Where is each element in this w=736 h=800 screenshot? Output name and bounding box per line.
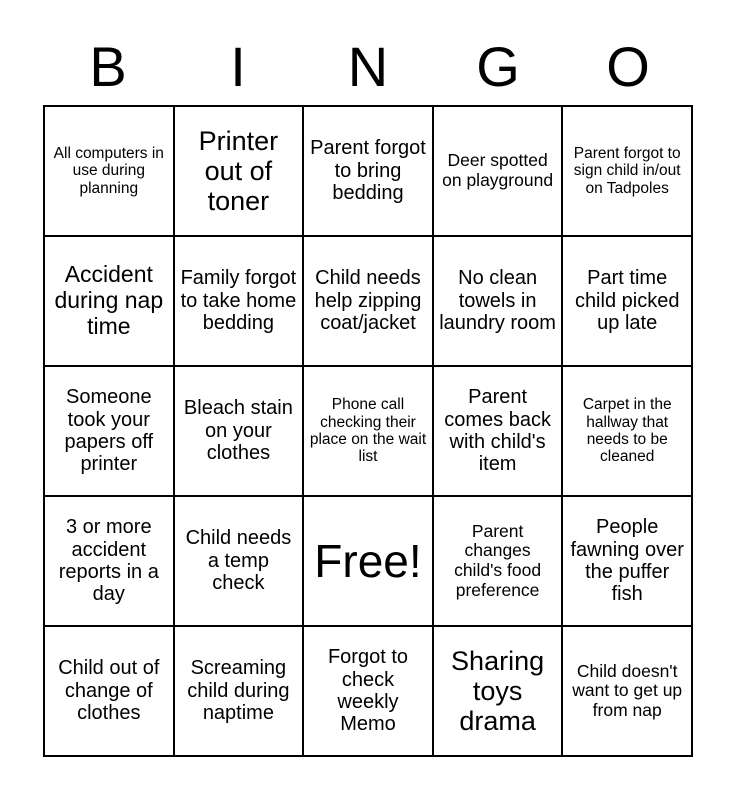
bingo-cell[interactable]: Family forgot to take home bedding <box>174 237 305 367</box>
bingo-cell-text: 3 or more accident reports in a day <box>58 516 159 606</box>
bingo-cell[interactable]: Accident during nap time <box>45 237 175 367</box>
bingo-cell[interactable]: Parent forgot to bring bedding <box>304 107 434 237</box>
bingo-cell[interactable]: Sharing toys drama <box>433 627 564 757</box>
bingo-cell-text: Deer spotted on playground <box>442 150 554 190</box>
bingo-cell-text: Parent changes child's food preference <box>454 520 542 600</box>
bingo-cell[interactable]: Child doesn't want to get up from nap <box>563 627 693 757</box>
bingo-cell-text: People fawning over the puffer fish <box>570 516 684 606</box>
bingo-cell[interactable]: Parent forgot to sign child in/out on Ta… <box>563 107 693 237</box>
bingo-cell[interactable]: Bleach stain on your clothes <box>174 367 305 497</box>
bingo-cell[interactable]: Printer out of toner <box>174 107 305 237</box>
bingo-header-letter-n: N <box>347 34 389 98</box>
bingo-cell-text: Part time child picked up late <box>574 267 680 335</box>
bingo-cell-text: Child out of change of clothes <box>58 657 160 725</box>
bingo-header-letter-i: I <box>230 34 246 98</box>
bingo-cell[interactable]: Part time child picked up late <box>563 237 693 367</box>
bingo-cell-text: Child doesn't want to get up from nap <box>572 660 683 720</box>
bingo-cell[interactable]: Screaming child during naptime <box>174 627 305 757</box>
bingo-cell-text: Child needs a temp check <box>185 527 292 595</box>
bingo-cell[interactable]: No clean towels in laundry room <box>433 237 564 367</box>
bingo-cell[interactable]: Child needs help zipping coat/jacket <box>304 237 434 367</box>
bingo-card: B I N G O All computers in use during pl… <box>0 0 736 800</box>
bingo-cell[interactable]: Child out of change of clothes <box>45 627 175 757</box>
bingo-cell-text: Bleach stain on your clothes <box>183 397 293 465</box>
bingo-cell[interactable]: People fawning over the puffer fish <box>563 497 693 627</box>
bingo-header-row: B I N G O <box>43 28 693 105</box>
bingo-cell[interactable]: Forgot to check weekly Memo <box>304 627 434 757</box>
bingo-cell-text: Family forgot to take home bedding <box>180 267 297 335</box>
bingo-cell-text: Accident during nap time <box>54 261 164 339</box>
bingo-cell-text: All computers in use during planning <box>53 144 164 197</box>
bingo-cell[interactable]: All computers in use during planning <box>45 107 175 237</box>
bingo-cell-free[interactable]: Free! <box>304 497 434 627</box>
bingo-cell-text: Child needs help zipping coat/jacket <box>314 267 422 335</box>
bingo-cell[interactable]: Carpet in the hallway that needs to be c… <box>563 367 693 497</box>
bingo-cell-text: Forgot to check weekly Memo <box>327 646 409 736</box>
bingo-grid: All computers in use during planning Pri… <box>43 105 693 757</box>
bingo-cell-text: Parent comes back with child's item <box>444 386 551 476</box>
bingo-cell-text: Free! <box>314 535 422 587</box>
bingo-cell[interactable]: Parent changes child's food preference <box>433 497 564 627</box>
bingo-cell[interactable]: Phone call checking their place on the w… <box>304 367 434 497</box>
bingo-cell-text: Someone took your papers off printer <box>64 386 154 476</box>
bingo-header-letter-g: G <box>476 34 520 98</box>
bingo-cell-text: Parent forgot to sign child in/out on Ta… <box>573 144 681 197</box>
bingo-header-letter-b: B <box>89 34 127 98</box>
bingo-cell[interactable]: Parent comes back with child's item <box>433 367 564 497</box>
bingo-cell-text: Phone call checking their place on the w… <box>309 396 427 466</box>
bingo-cell-text: Screaming child during naptime <box>187 657 290 725</box>
bingo-cell[interactable]: Someone took your papers off printer <box>45 367 175 497</box>
bingo-cell-text: Carpet in the hallway that needs to be c… <box>582 396 672 466</box>
bingo-cell[interactable]: Child needs a temp check <box>174 497 305 627</box>
bingo-cell[interactable]: Deer spotted on playground <box>433 107 564 237</box>
bingo-header-letter-o: O <box>606 34 650 98</box>
bingo-cell-text: No clean towels in laundry room <box>439 267 556 335</box>
bingo-cell-text: Parent forgot to bring bedding <box>310 137 426 205</box>
bingo-cell-text: Sharing toys drama <box>451 645 545 737</box>
bingo-cell[interactable]: 3 or more accident reports in a day <box>45 497 175 627</box>
bingo-cell-text: Printer out of toner <box>198 125 279 217</box>
